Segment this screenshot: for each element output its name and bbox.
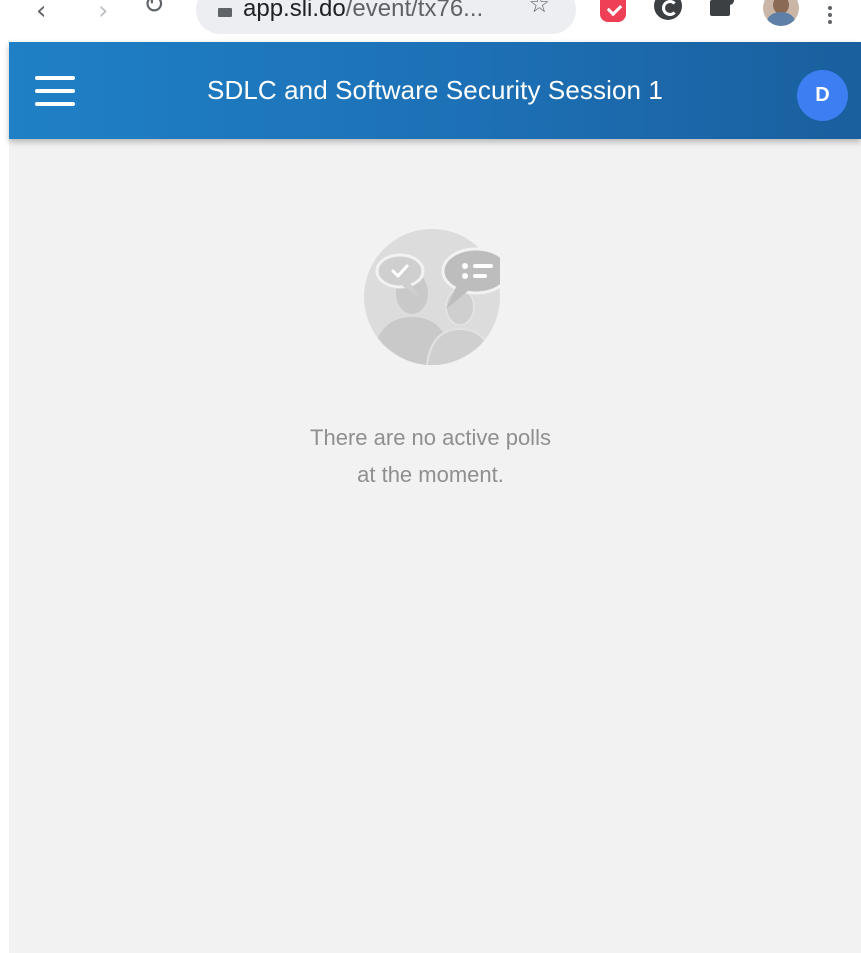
extensions-puzzle-icon[interactable] (708, 0, 736, 20)
bookmark-star-icon[interactable]: ☆ (528, 0, 550, 18)
reload-icon[interactable]: ↻ (143, 0, 165, 20)
empty-state-line-1: There are no active polls (310, 425, 551, 450)
profile-avatar-icon[interactable] (763, 0, 799, 26)
empty-state-message: There are no active polls at the moment. (0, 419, 861, 493)
browser-menu-icon[interactable] (828, 6, 832, 26)
app-frame: SDLC and Software Security Session 1 D (9, 42, 861, 953)
forward-icon[interactable]: › (98, 0, 108, 26)
no-polls-illustration-icon (364, 229, 500, 365)
user-avatar[interactable]: D (797, 70, 848, 121)
app-header: SDLC and Software Security Session 1 D (9, 42, 861, 139)
grammarly-extension-icon[interactable] (654, 0, 682, 20)
event-title: SDLC and Software Security Session 1 (207, 75, 663, 105)
url-text: app.sli.do/event/tx76... (243, 0, 484, 22)
back-icon[interactable]: ‹ (36, 0, 46, 26)
pocket-extension-icon[interactable] (600, 0, 626, 22)
empty-state-line-2: at the moment. (357, 462, 504, 487)
lock-icon (218, 8, 232, 17)
address-bar[interactable]: app.sli.do/event/tx76... ☆ (196, 0, 576, 34)
browser-toolbar: ‹ › ↻ app.sli.do/event/tx76... ☆ (0, 0, 861, 42)
